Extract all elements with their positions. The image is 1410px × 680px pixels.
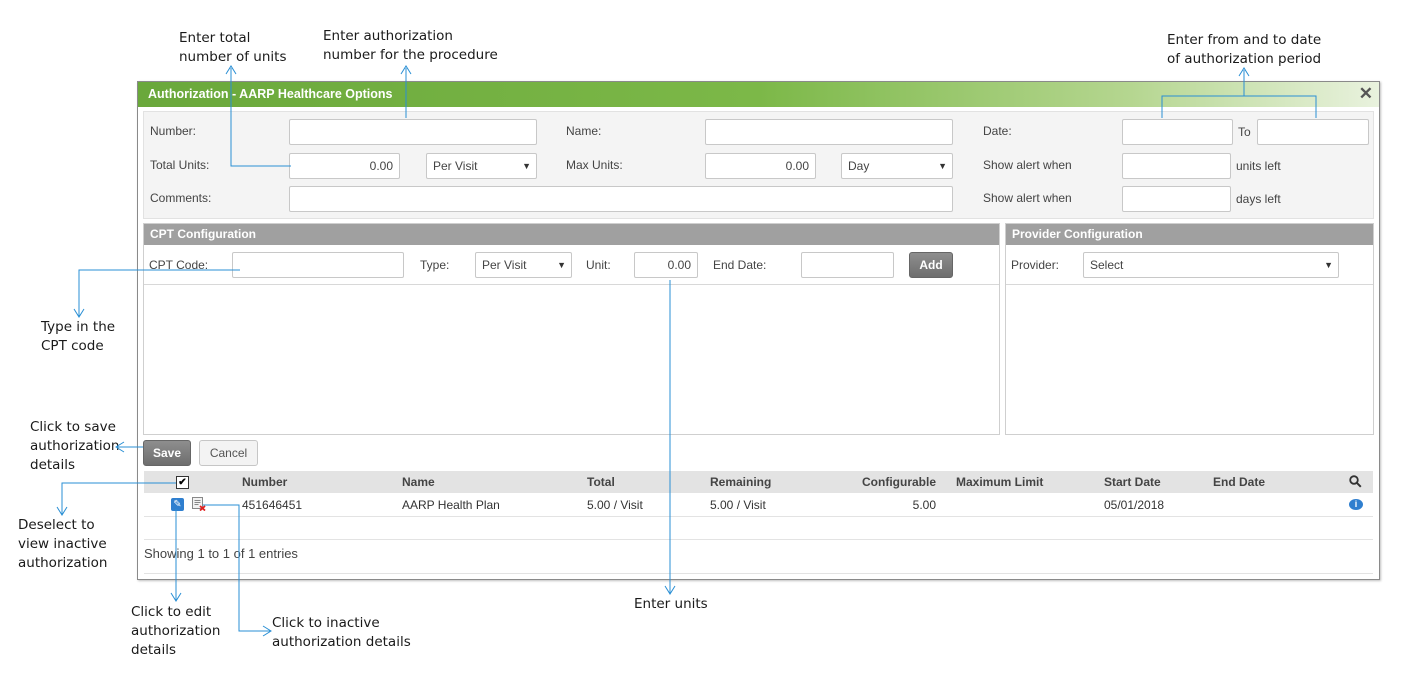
date-label: Date: — [983, 124, 1012, 138]
name-input[interactable] — [705, 119, 953, 145]
comments-input[interactable] — [289, 186, 953, 212]
column-header[interactable]: Remaining — [710, 475, 771, 489]
number-label: Number: — [150, 124, 197, 138]
cell-remaining: 5.00 / Visit — [710, 498, 766, 512]
max-units-input[interactable]: 0.00 — [705, 153, 816, 179]
annotation-inactivate: Click to inactive authorization details — [272, 615, 411, 650]
alert-units-input[interactable] — [1122, 153, 1231, 179]
cpt-unit-input[interactable]: 0.00 — [634, 252, 698, 278]
annotation-dates: Enter from and to date of authorization … — [1167, 32, 1322, 67]
close-icon[interactable]: ✕ — [1359, 84, 1373, 104]
column-header[interactable]: Maximum Limit — [956, 475, 1043, 489]
add-cpt-button[interactable]: Add — [909, 252, 953, 278]
document-delete-icon[interactable] — [192, 497, 206, 511]
cpt-type-select[interactable]: Per Visit ▼ — [475, 252, 572, 278]
column-header[interactable]: Name — [402, 475, 435, 489]
chevron-down-icon: ▼ — [557, 260, 566, 270]
row-divider — [144, 573, 1373, 574]
dialog-title: Authorization - AARP Healthcare Options — [148, 87, 393, 101]
row-divider — [144, 539, 1373, 540]
provider-select[interactable]: Select ▼ — [1083, 252, 1339, 278]
total-units-label: Total Units: — [150, 158, 210, 172]
max-units-label: Max Units: — [566, 158, 623, 172]
alert-units-label: Show alert when — [983, 158, 1072, 172]
total-units-input[interactable]: 0.00 — [289, 153, 400, 179]
cpt-panel-header: CPT Configuration — [144, 224, 999, 245]
search-icon[interactable] — [1349, 475, 1362, 488]
annotation-auth-number: Enter authorization number for the proce… — [323, 28, 498, 63]
provider-panel-divider — [1006, 284, 1373, 285]
authorization-form: Number: Name: Date: To Total Units: 0.00… — [143, 111, 1374, 219]
alert-days-label: Show alert when — [983, 191, 1072, 205]
annotation-edit: Click to edit authorization details — [131, 604, 221, 658]
cell-configurable: 5.00 — [912, 498, 936, 512]
row-divider — [144, 516, 1373, 517]
cell-number: 451646451 — [242, 498, 303, 512]
annotation-save: Click to save authorization details — [30, 419, 120, 473]
cpt-panel-divider — [144, 284, 999, 285]
name-label: Name: — [566, 124, 602, 138]
comments-label: Comments: — [150, 191, 212, 205]
authorization-dialog: Authorization - AARP Healthcare Options … — [137, 81, 1380, 580]
provider-panel-header: Provider Configuration — [1006, 224, 1373, 245]
from-date-input[interactable] — [1122, 119, 1233, 145]
column-header[interactable]: Number — [242, 475, 287, 489]
column-header[interactable]: End Date — [1213, 475, 1265, 489]
cpt-unit-label: Unit: — [586, 258, 611, 272]
provider-configuration-panel: Provider Configuration Provider: Select … — [1005, 223, 1374, 435]
table-footer-info: Showing 1 to 1 of 1 entries — [144, 546, 298, 561]
annotation-deselect: Deselect to view inactive authorization — [18, 517, 108, 571]
dialog-titlebar: Authorization - AARP Healthcare Options … — [138, 82, 1379, 107]
provider-value: Select — [1090, 258, 1124, 272]
cancel-button[interactable]: Cancel — [199, 440, 258, 466]
provider-label: Provider: — [1011, 258, 1060, 272]
table-header: ✔ Number Name Total Remaining Configurab… — [144, 471, 1373, 493]
cpt-configuration-panel: CPT Configuration CPT Code: Type: Per Vi… — [143, 223, 1000, 435]
info-bubble-icon[interactable]: i — [1349, 499, 1363, 510]
show-inactive-checkbox[interactable]: ✔ — [176, 476, 189, 489]
total-units-period-value: Per Visit — [433, 159, 478, 173]
annotation-units: Enter units — [634, 596, 708, 612]
total-units-period-select[interactable]: Per Visit ▼ — [426, 153, 537, 179]
max-units-period-select[interactable]: Day ▼ — [841, 153, 953, 179]
chevron-down-icon: ▼ — [1324, 260, 1333, 270]
column-header[interactable]: Total — [587, 475, 615, 489]
column-header[interactable]: Configurable — [862, 475, 936, 489]
alert-units-suffix: units left — [1236, 159, 1281, 173]
to-label: To — [1238, 125, 1251, 139]
cell-total: 5.00 / Visit — [587, 498, 643, 512]
max-units-period-value: Day — [848, 159, 870, 173]
cpt-end-date-input[interactable] — [801, 252, 894, 278]
cpt-end-date-label: End Date: — [713, 258, 767, 272]
save-button[interactable]: Save — [143, 440, 191, 466]
column-header[interactable]: Start Date — [1104, 475, 1161, 489]
cell-start-date: 05/01/2018 — [1104, 498, 1165, 512]
chevron-down-icon: ▼ — [522, 161, 531, 171]
cpt-type-label: Type: — [420, 258, 450, 272]
cpt-code-label: CPT Code: — [149, 258, 209, 272]
number-input[interactable] — [289, 119, 537, 145]
annotation-total-units: Enter total number of units — [179, 30, 287, 65]
cell-name: AARP Health Plan — [402, 498, 500, 512]
cpt-type-value: Per Visit — [482, 258, 527, 272]
alert-days-input[interactable] — [1122, 186, 1231, 212]
to-date-input[interactable] — [1257, 119, 1369, 145]
annotation-cpt-code: Type in the CPT code — [41, 319, 116, 354]
pencil-icon[interactable]: ✎ — [171, 498, 184, 511]
chevron-down-icon: ▼ — [938, 161, 947, 171]
table-row: ✎ 451646451 AARP Health Plan 5.00 / Visi… — [144, 493, 1373, 516]
cpt-code-input[interactable] — [232, 252, 404, 278]
alert-days-suffix: days left — [1236, 192, 1281, 206]
